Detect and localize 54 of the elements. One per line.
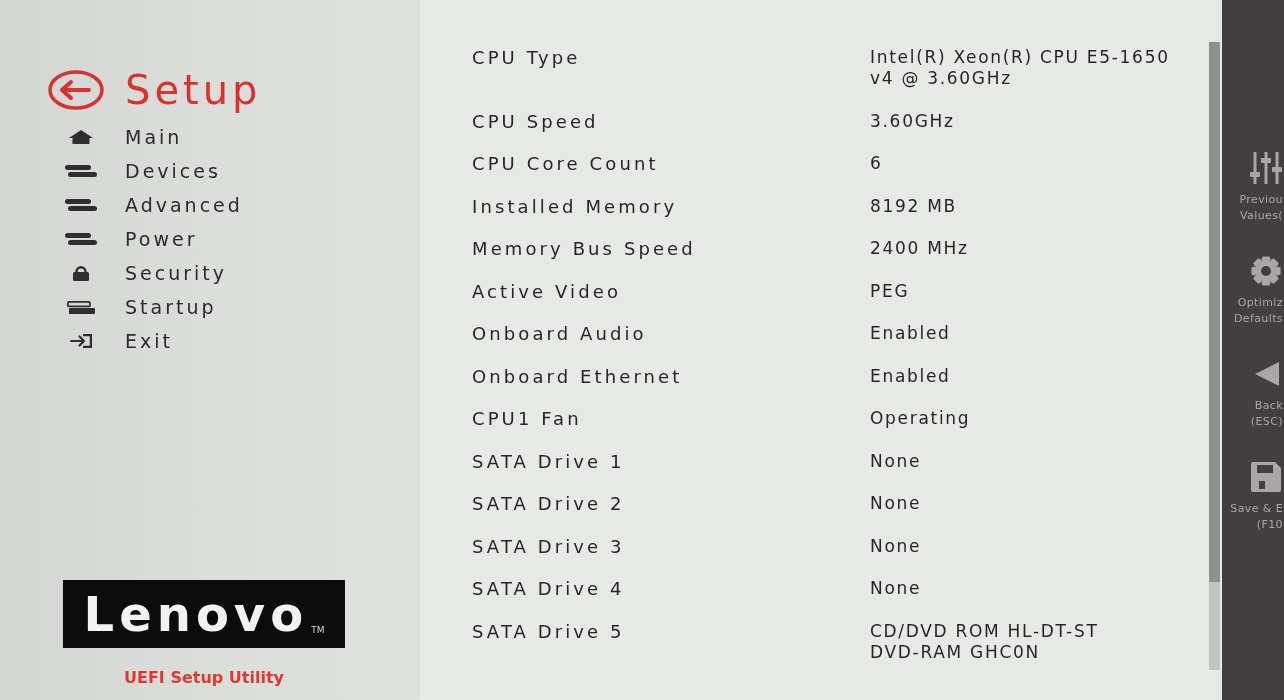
- menu-item[interactable]: Main: [63, 120, 183, 154]
- stacked-bars-icon: [65, 165, 97, 177]
- stacked-bars-icon: [65, 233, 97, 245]
- gear-icon: [1251, 256, 1281, 286]
- menu-item[interactable]: Devices: [63, 154, 221, 188]
- field-label: Onboard Ethernet: [472, 365, 684, 387]
- field-value: Enabled: [870, 323, 952, 344]
- field-value: Enabled: [870, 365, 952, 387]
- field-label: Active Video: [472, 280, 623, 302]
- field-value: Intel(R) Xeon(R) CPU E5-1650 v4 @ 3.60GHz: [870, 47, 1171, 89]
- arrow-into-bracket-icon: [70, 334, 92, 348]
- field-label: Onboard Audio: [472, 323, 648, 344]
- lock-icon: [73, 265, 89, 281]
- back-icon[interactable]: [48, 70, 104, 110]
- field-value: PEG: [870, 280, 911, 302]
- field-label: Memory Bus Speed: [472, 238, 697, 259]
- page-title: Setup: [125, 68, 262, 112]
- side-action-button[interactable]: Save & E (F10: [1222, 461, 1284, 533]
- side-action-button[interactable]: Previou Values(: [1222, 152, 1284, 224]
- field-value: None: [870, 450, 923, 472]
- sliders-icon: [1250, 152, 1282, 184]
- field-value: None: [870, 578, 923, 599]
- field-value: CD/DVD ROM HL-DT-ST DVD-RAM GHC0N: [870, 620, 1100, 663]
- menu-item[interactable]: Advanced: [63, 188, 243, 222]
- trademark-mark: TM: [311, 625, 325, 636]
- field-label: CPU Speed: [472, 110, 600, 132]
- field-label: CPU Core Count: [472, 153, 660, 174]
- menu-item[interactable]: Startup: [63, 290, 217, 324]
- field-label: SATA Drive 3: [472, 535, 626, 557]
- field-label: SATA Drive 4: [472, 578, 626, 599]
- menu-item[interactable]: Security: [63, 256, 228, 290]
- field-label: SATA Drive 5: [472, 620, 626, 642]
- logo-wordmark: Lenovo: [83, 587, 309, 641]
- menu-item[interactable]: Exit: [63, 324, 173, 358]
- stacked-bars-icon: [65, 199, 97, 211]
- side-action-button[interactable]: Back (ESC): [1222, 358, 1284, 430]
- left-triangle-icon: [1255, 362, 1279, 386]
- stacked-trays-icon: [67, 300, 95, 314]
- field-value: 3.60GHz: [870, 110, 956, 132]
- menu-item[interactable]: Power: [63, 222, 198, 256]
- field-value: None: [870, 493, 923, 514]
- field-label: SATA Drive 1: [472, 450, 626, 472]
- field-label: Installed Memory: [472, 195, 679, 217]
- field-value: 6: [870, 153, 884, 174]
- field-label: SATA Drive 2: [472, 493, 626, 514]
- side-action-button[interactable]: Optimiz Defaults: [1222, 255, 1284, 327]
- field-value: None: [870, 535, 923, 557]
- field-value: 8192 MB: [870, 195, 958, 217]
- field-label: CPU1 Fan: [472, 408, 583, 429]
- house-icon: [69, 130, 93, 144]
- field-label: CPU Type: [472, 47, 582, 68]
- field-value: Operating: [870, 408, 972, 429]
- product-name: UEFI Setup Utility: [123, 669, 285, 687]
- field-value: 2400 MHz: [870, 238, 970, 259]
